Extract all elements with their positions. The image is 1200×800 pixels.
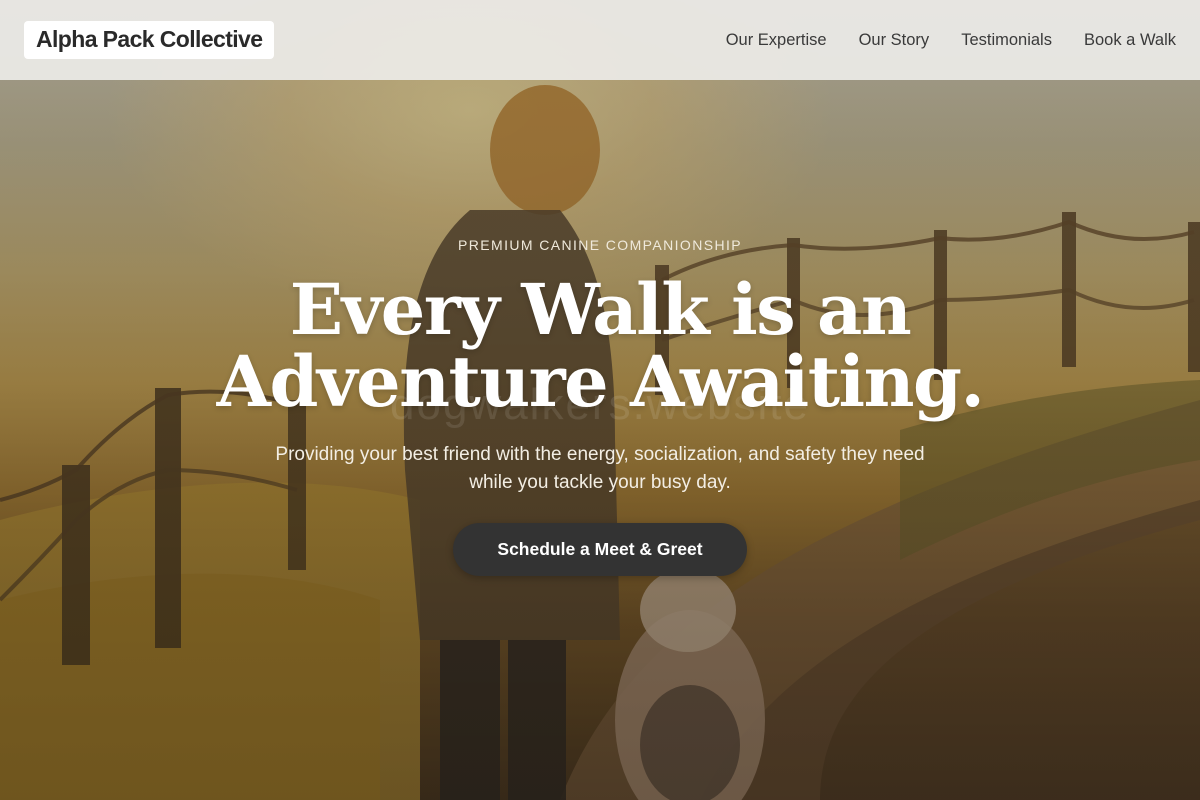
nav-link-our-expertise[interactable]: Our Expertise <box>726 31 827 50</box>
brand-logo[interactable]: Alpha Pack Collective <box>24 21 275 59</box>
main-nav: Our Expertise Our Story Testimonials Boo… <box>726 31 1176 50</box>
schedule-meet-greet-button[interactable]: Schedule a Meet & Greet <box>453 523 747 576</box>
site-header: Alpha Pack Collective Our Expertise Our … <box>0 0 1200 80</box>
nav-link-testimonials[interactable]: Testimonials <box>961 31 1052 50</box>
nav-link-our-story[interactable]: Our Story <box>859 31 930 50</box>
hero-headline: Every Walk is an Adventure Awaiting. <box>0 274 1200 418</box>
hero-headline-line-1: Every Walk is an <box>289 268 912 351</box>
hero-section: dogwalkers.website PREMIUM CANINE COMPAN… <box>0 80 1200 800</box>
hero-subtext: Providing your best friend with the ener… <box>275 444 925 493</box>
nav-link-book-a-walk[interactable]: Book a Walk <box>1084 31 1176 50</box>
hero-headline-line-2: Adventure Awaiting. <box>216 340 985 423</box>
hero-eyebrow: PREMIUM CANINE COMPANIONSHIP <box>458 237 742 253</box>
page: Alpha Pack Collective Our Expertise Our … <box>0 0 1200 800</box>
